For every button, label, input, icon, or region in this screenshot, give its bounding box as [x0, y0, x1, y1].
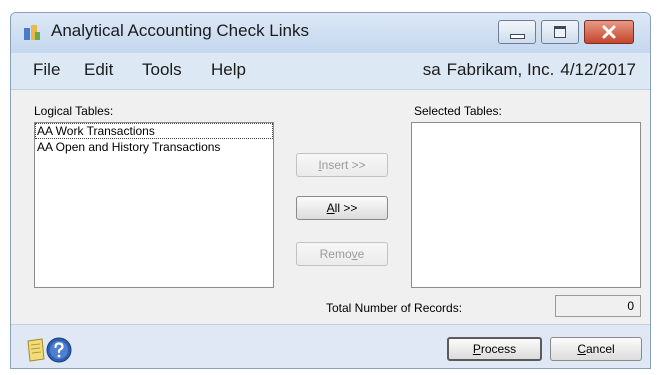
minimize-button[interactable] — [498, 20, 536, 44]
remove-button[interactable]: Remo v e — [296, 242, 388, 266]
logical-tables-label: Logical Tables: — [34, 104, 114, 118]
maximize-icon — [554, 26, 566, 38]
note-icon[interactable] — [25, 337, 47, 363]
menu-help[interactable]: Help — [211, 60, 246, 80]
all-label-post: ll >> — [334, 201, 358, 215]
title-bar: Analytical Accounting Check Links — [11, 13, 650, 53]
company-name: Fabrikam, Inc. — [446, 60, 555, 79]
session-info: sa Fabrikam, Inc. 4/12/2017 — [417, 60, 636, 80]
selected-tables-list[interactable] — [411, 122, 641, 288]
window-title: Analytical Accounting Check Links — [51, 21, 309, 40]
close-button[interactable] — [584, 20, 634, 44]
session-date: 4/12/2017 — [560, 60, 636, 79]
cancel-label-post: ancel — [585, 342, 615, 356]
records-count-field: 0 — [555, 295, 641, 317]
app-icon — [24, 25, 40, 40]
maximize-button[interactable] — [541, 20, 579, 44]
minimize-icon — [509, 33, 525, 39]
cancel-label-key: C — [577, 342, 586, 356]
all-label-key: A — [326, 201, 335, 215]
all-button[interactable]: All >> — [296, 196, 388, 220]
footer-bar: Process Cancel — [11, 324, 650, 368]
check-links-window: Analytical Accounting Check Links File E… — [10, 12, 651, 369]
menu-bar: File Edit Tools Help sa Fabrikam, Inc. 4/1… — [11, 53, 650, 90]
insert-button[interactable]: Insert >> — [296, 153, 388, 177]
selected-tables-label: Selected Tables: — [414, 104, 502, 118]
records-label: Total Number of Records: — [326, 301, 463, 315]
menu-tools[interactable]: Tools — [142, 60, 182, 80]
logical-tables-list[interactable]: AA Work Transactions AA Open and History… — [34, 122, 274, 288]
user-name: sa — [422, 60, 441, 79]
menu-edit[interactable]: Edit — [84, 60, 113, 80]
help-icon[interactable] — [46, 337, 72, 363]
remove-label-pre: Remo — [319, 247, 352, 261]
insert-label-post: nsert >> — [321, 158, 366, 172]
remove-label-post: e — [357, 247, 365, 261]
process-button[interactable]: Process — [447, 337, 542, 361]
list-item[interactable]: AA Work Transactions — [35, 123, 273, 139]
list-item[interactable]: AA Open and History Transactions — [35, 139, 273, 155]
cancel-button[interactable]: Cancel — [550, 337, 642, 361]
process-label-post: rocess — [480, 342, 517, 356]
main-content: Logical Tables: AA Work Transactions AA … — [11, 90, 650, 324]
menu-file[interactable]: File — [33, 60, 60, 80]
close-icon — [602, 25, 616, 39]
process-label-key: P — [472, 342, 481, 356]
